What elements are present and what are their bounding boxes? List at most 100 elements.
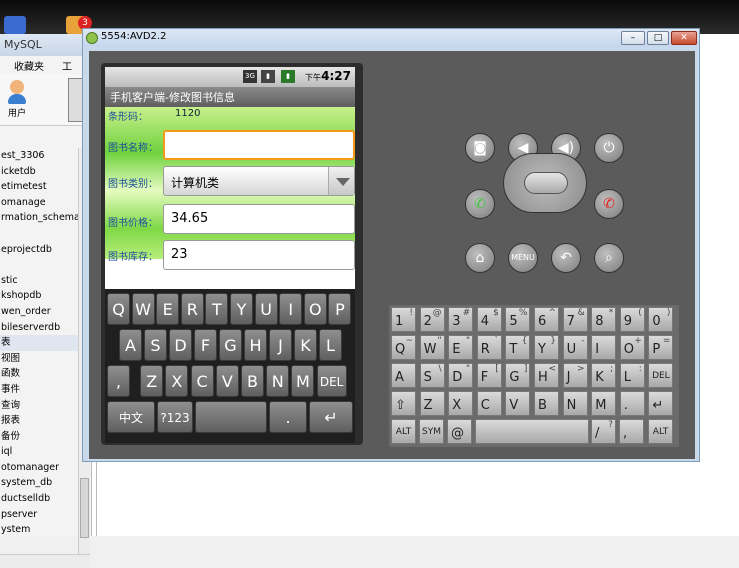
key-v[interactable]: V [215, 365, 239, 397]
key-q[interactable]: Q [107, 293, 130, 325]
hw-key[interactable]: E " [448, 335, 474, 360]
key-p[interactable]: P [328, 293, 352, 325]
hw-key[interactable]: I [591, 335, 617, 360]
hw-key[interactable]: D " [448, 363, 474, 388]
hw-key[interactable]: X [448, 391, 474, 416]
tree-item[interactable]: 表 [0, 335, 78, 351]
key-d[interactable]: D [169, 329, 192, 361]
tree-item[interactable]: 函数 [0, 366, 78, 382]
tree-item[interactable]: eprojectdb [0, 242, 78, 258]
end-call-button[interactable]: ✆ [594, 189, 624, 219]
hw-key[interactable]: G] [505, 363, 531, 388]
key-h[interactable]: H [244, 329, 267, 361]
key-u[interactable]: U [254, 293, 278, 325]
hw-key[interactable]: L: [619, 363, 645, 388]
key-y[interactable]: Y [230, 293, 253, 325]
hw-key[interactable]: K; [591, 363, 617, 388]
hw-key[interactable]: U- [562, 335, 588, 360]
hw-key[interactable]: . [619, 391, 645, 416]
key-c[interactable]: C [190, 365, 214, 397]
hw-key[interactable]: 6 ^ [534, 307, 559, 332]
tree-item[interactable]: otomanager [0, 460, 78, 476]
hw-key[interactable]: R ` [476, 335, 502, 360]
key-e[interactable]: E [156, 293, 180, 325]
tree-item[interactable]: 视图 [0, 351, 78, 367]
tree-item[interactable] [0, 257, 78, 273]
hw-key[interactable]: , [619, 419, 644, 444]
hw-key[interactable]: 7 & [562, 307, 588, 332]
lang-key[interactable]: 中文 [107, 401, 155, 433]
book-category-spinner[interactable]: 计算机类 [163, 166, 355, 196]
call-button[interactable]: ✆ [465, 189, 495, 219]
hw-key[interactable]: B [534, 391, 559, 416]
close-button[interactable]: ✕ [671, 31, 697, 45]
hw-key[interactable] [475, 419, 589, 444]
tree-item[interactable]: pserver [0, 507, 78, 523]
tree-item[interactable]: omanage [0, 195, 78, 211]
hw-key[interactable]: 4 $ [476, 307, 502, 332]
menu-button[interactable]: MENU [508, 243, 538, 273]
tree-item[interactable]: bileserverdb [0, 320, 78, 336]
hw-key[interactable]: S \ [419, 363, 445, 388]
home-button[interactable]: ⌂ [465, 243, 495, 273]
tree-hscrollbar[interactable] [0, 554, 90, 568]
hw-key[interactable]: ALT [648, 419, 673, 444]
key-l[interactable]: L [319, 329, 342, 361]
hw-key[interactable]: 0) [648, 307, 674, 332]
symbol-key[interactable]: ?123 [157, 401, 193, 433]
book-price-input[interactable]: 34.65 [163, 204, 355, 234]
hw-key[interactable]: SYM [419, 419, 444, 444]
hw-key[interactable]: ↵ [648, 391, 674, 416]
tree-item[interactable]: 报表 [0, 413, 78, 429]
hw-key[interactable]: P = [648, 335, 674, 360]
tree-item[interactable]: system_db [0, 475, 78, 491]
hw-key[interactable]: 1! [391, 307, 416, 332]
hw-key[interactable]: ⇧ [391, 391, 416, 416]
tree-item[interactable]: iql [0, 444, 78, 460]
enter-key[interactable]: ↵ [309, 401, 353, 433]
key-x[interactable]: X [165, 365, 189, 397]
key-a[interactable]: A [119, 329, 142, 361]
book-stock-input[interactable]: 23 [163, 240, 355, 270]
period-key[interactable]: . [269, 401, 307, 433]
tree-item[interactable]: stic [0, 273, 78, 289]
key-k[interactable]: K [294, 329, 317, 361]
hw-key[interactable]: /? [591, 419, 616, 444]
delete-key[interactable]: DEL [316, 365, 347, 397]
key-b[interactable]: B [241, 365, 264, 397]
menu-favorites[interactable]: 收藏夹 [14, 62, 44, 73]
hw-key[interactable]: Z [419, 391, 445, 416]
key-m[interactable]: M [291, 365, 315, 397]
hw-key[interactable]: Q ~ [391, 335, 416, 360]
hw-key[interactable]: 8 * [591, 307, 617, 332]
hw-key[interactable]: 9( [619, 307, 645, 332]
tree-item[interactable]: 事件 [0, 382, 78, 398]
space-key[interactable] [195, 401, 267, 433]
hw-key[interactable]: 3 # [448, 307, 474, 332]
hw-key[interactable]: F[ [476, 363, 502, 388]
hw-key[interactable]: C [476, 391, 502, 416]
back-button[interactable]: ↶ [551, 243, 581, 273]
tree-item[interactable]: 查询 [0, 398, 78, 414]
search-button[interactable]: ⌕ [594, 243, 624, 273]
hw-key[interactable]: W " [419, 335, 445, 360]
hw-key[interactable]: H < [534, 363, 559, 388]
hw-key[interactable]: DEL [648, 363, 674, 388]
tree-item[interactable]: wen_order [0, 304, 78, 320]
camera-button[interactable]: ◙ [465, 133, 495, 163]
hw-key[interactable]: Y} [534, 335, 559, 360]
power-button[interactable]: ⏻ [594, 133, 624, 163]
tree-item[interactable]: est_3306 [0, 148, 78, 164]
chevron-down-icon[interactable] [328, 167, 354, 195]
dpad[interactable] [503, 153, 587, 213]
scroll-thumb[interactable] [80, 478, 89, 538]
hw-key[interactable]: @ [447, 419, 472, 444]
key-j[interactable]: J [269, 329, 292, 361]
hw-key[interactable]: M [591, 391, 617, 416]
hw-key[interactable]: N [562, 391, 588, 416]
key-n[interactable]: N [266, 365, 290, 397]
hw-key[interactable]: 2 @ [419, 307, 445, 332]
hw-key[interactable]: O + [619, 335, 645, 360]
tree-item[interactable]: 备份 [0, 429, 78, 445]
user-button[interactable]: 用户 [4, 78, 30, 119]
